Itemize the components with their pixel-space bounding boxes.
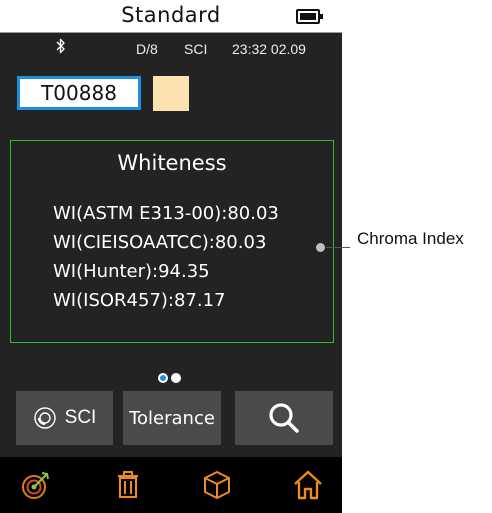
tolerance-button-label: Tolerance xyxy=(129,407,215,429)
bottom-nav-bar xyxy=(0,457,342,513)
page-dot-1[interactable] xyxy=(158,373,168,383)
tolerance-button[interactable]: Tolerance xyxy=(123,391,221,445)
title-bar: Standard xyxy=(0,0,342,33)
specular-mode: SCI xyxy=(184,41,208,57)
bluetooth-icon xyxy=(56,38,65,54)
box-icon[interactable] xyxy=(201,469,233,501)
sci-button-label: SCI xyxy=(64,407,97,428)
callout-marker xyxy=(316,243,325,252)
target-icon[interactable] xyxy=(20,469,52,501)
page-title: Standard xyxy=(121,3,221,27)
status-bar: D/8 SCI 23:32 02.09 xyxy=(0,38,342,60)
whiteness-value-cie: WI(CIEISOAATCC):80.03 xyxy=(53,232,267,253)
callout-label: Chroma Index xyxy=(357,229,464,248)
home-icon[interactable] xyxy=(292,469,324,501)
sci-mode-button[interactable]: SCI xyxy=(16,391,113,445)
search-icon xyxy=(269,403,299,433)
whiteness-value-iso: WI(ISOR457):87.17 xyxy=(53,290,226,311)
search-button[interactable] xyxy=(235,391,333,445)
page-dot-2[interactable] xyxy=(171,373,181,383)
device-screen: Standard D/8 SCI 23:32 02.09 T00888 Whit… xyxy=(0,0,342,513)
whiteness-results-panel: Whiteness WI(ASTM E313-00):80.03 WI(CIEI… xyxy=(10,140,334,343)
battery-full-icon xyxy=(296,9,323,24)
color-swatch xyxy=(153,76,189,111)
trash-icon[interactable] xyxy=(112,469,144,501)
results-heading: Whiteness xyxy=(117,151,227,175)
measurement-geometry: D/8 xyxy=(136,41,158,57)
specular-mode-icon xyxy=(33,407,56,429)
page-indicator[interactable] xyxy=(158,368,184,383)
sample-id-field[interactable]: T00888 xyxy=(17,76,141,110)
clock-date: 23:32 02.09 xyxy=(232,41,306,57)
callout-leader-line xyxy=(326,247,350,248)
whiteness-value-astm: WI(ASTM E313-00):80.03 xyxy=(53,203,279,224)
whiteness-value-hunter: WI(Hunter):94.35 xyxy=(53,261,210,282)
